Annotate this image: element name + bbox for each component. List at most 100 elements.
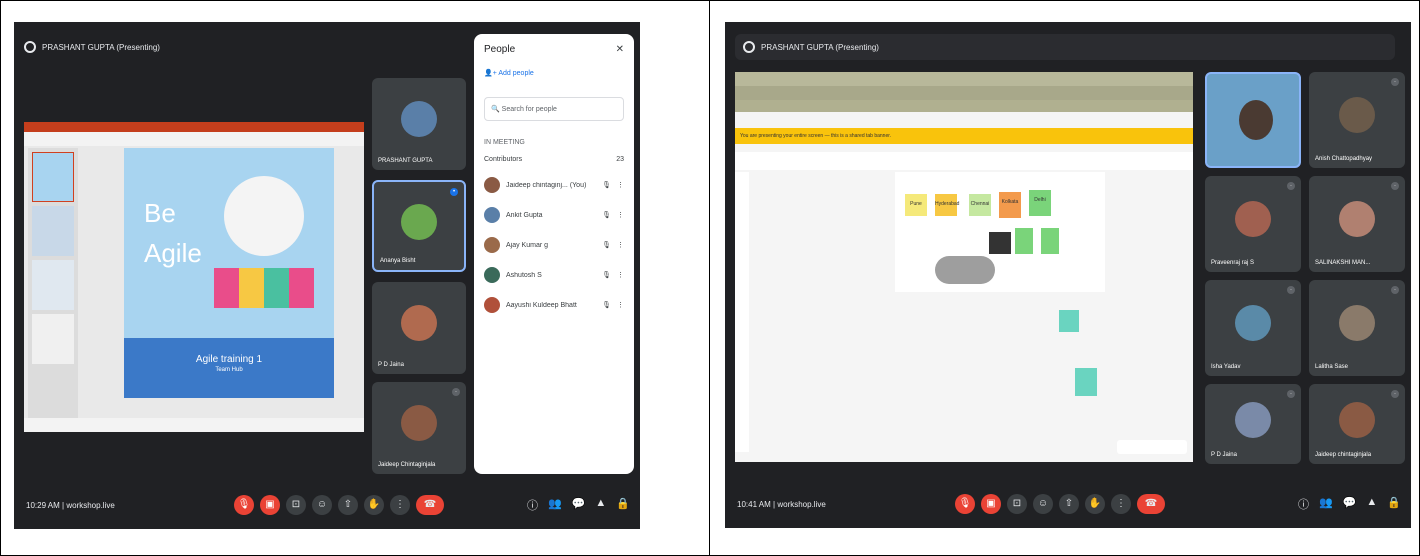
slide-title-line1: Be <box>144 198 176 228</box>
people-icon[interactable]: 👥 <box>1319 496 1333 512</box>
raise-hand-button[interactable]: ✋ <box>364 495 384 515</box>
sticky-note[interactable]: Delhi <box>1029 190 1051 216</box>
present-button[interactable]: ⇧ <box>1059 494 1079 514</box>
participant-name: PRASHANT GUPTA <box>378 158 433 164</box>
participant-tile[interactable]: · Isha Yadav <box>1205 280 1301 376</box>
whiteboard-canvas[interactable]: Pune Hyderabad Chennai Kolkata Delhi <box>895 172 1105 292</box>
participant-name: Lalitha Sase <box>1315 364 1349 370</box>
raise-hand-button[interactable]: ✋ <box>1085 494 1105 514</box>
meeting-code: workshop.live <box>777 499 826 509</box>
leave-call-button[interactable]: ☎ <box>1137 494 1165 514</box>
participant-tile[interactable]: · Praveenraj raj S <box>1205 176 1301 272</box>
more-vert-icon[interactable]: ⋮ <box>617 271 624 279</box>
participant-tile[interactable]: · P D Jaina <box>1205 384 1301 464</box>
mic-toggle-button[interactable]: 🎙 <box>234 495 254 515</box>
mic-off-icon: · <box>1391 390 1399 398</box>
activities-icon[interactable]: ▲ <box>595 497 606 513</box>
participant-name: Ananya Bisht <box>380 258 416 264</box>
presenter-self-tile[interactable] <box>1205 72 1301 168</box>
add-people-button[interactable]: 👤+ Add people <box>484 69 624 77</box>
mic-icon[interactable]: 🎙 <box>602 271 611 279</box>
shape-pill[interactable] <box>935 256 995 284</box>
leave-call-button[interactable]: ☎ <box>416 495 444 515</box>
participant-name: Praveenraj raj S <box>1211 260 1255 266</box>
camera-toggle-button[interactable]: ▣ <box>981 494 1001 514</box>
sticky-note[interactable]: Pune <box>905 194 927 216</box>
more-vert-icon[interactable]: ⋮ <box>617 241 624 249</box>
mic-off-icon: · <box>1391 182 1399 190</box>
contributors-count: 23 <box>616 156 624 163</box>
slide-blocks <box>214 268 314 308</box>
emoji-button[interactable]: ☺ <box>312 495 332 515</box>
participant-name: Ankit Gupta <box>506 211 543 219</box>
participant-tile[interactable]: · Lalitha Sase <box>1309 280 1405 376</box>
avatar <box>401 405 437 442</box>
info-icon[interactable]: ⓘ <box>1298 496 1309 512</box>
sticky-note[interactable] <box>1015 228 1033 254</box>
participant-list-item[interactable]: Ajay Kumar g 🎙 ⋮ <box>484 237 624 253</box>
camera-toggle-button[interactable]: ▣ <box>260 495 280 515</box>
more-options-button[interactable]: ⋮ <box>390 495 410 515</box>
mic-icon[interactable]: 🎙 <box>602 181 611 189</box>
present-button[interactable]: ⇧ <box>338 495 358 515</box>
side-controls: ⓘ 👥 💬 ▲ 🔒 <box>527 497 630 513</box>
sticky-note[interactable] <box>1075 368 1097 396</box>
slide-title-line2: Agile <box>144 238 202 268</box>
mic-toggle-button[interactable]: 🎙 <box>955 494 975 514</box>
participant-name: Isha Yadav <box>1211 364 1241 370</box>
sticky-note[interactable]: Hyderabad <box>935 194 959 216</box>
host-controls-icon[interactable]: 🔒 <box>616 497 630 513</box>
more-vert-icon[interactable]: ⋮ <box>617 181 624 189</box>
slide-thumbnail-pane[interactable] <box>28 148 78 418</box>
presenting-icon <box>24 41 36 53</box>
participant-list-item[interactable]: Aayushi Kuldeep Bhatt 🎙 ⋮ <box>484 297 624 313</box>
presenter-video <box>1239 100 1273 140</box>
captions-button[interactable]: ⊡ <box>1007 494 1027 514</box>
mic-icon[interactable]: 🎙 <box>602 211 611 219</box>
chat-icon[interactable]: 💬 <box>1343 496 1357 512</box>
participant-tile[interactable]: · Jaideep chintaginjala <box>1309 384 1405 464</box>
mic-off-icon: · <box>1287 286 1295 294</box>
participant-tile[interactable]: · Anish Chattopadhyay <box>1309 72 1405 168</box>
participant-list-item[interactable]: Jaideep chintaginj... (You) 🎙 ⋮ <box>484 177 624 193</box>
participant-name: Ajay Kumar g <box>506 241 549 249</box>
sticky-note[interactable] <box>1041 228 1059 254</box>
more-vert-icon[interactable]: ⋮ <box>617 211 624 219</box>
people-icon[interactable]: 👥 <box>548 497 562 513</box>
avatar <box>1235 402 1271 438</box>
participant-tile[interactable]: · Jaideep Chintaginjala <box>372 382 466 474</box>
participant-list-item[interactable]: Ashutosh S 🎙 ⋮ <box>484 267 624 283</box>
participant-list-item[interactable]: Ankit Gupta 🎙 ⋮ <box>484 207 624 223</box>
people-search-input[interactable]: 🔍 Search for people <box>484 97 624 121</box>
captions-button[interactable]: ⊡ <box>286 495 306 515</box>
meet-window-left: PRASHANT GUPTA (Presenting) Be Agile Agi… <box>14 22 640 529</box>
participant-tile[interactable]: PRASHANT GUPTA <box>372 78 466 170</box>
more-vert-icon[interactable]: ⋮ <box>617 301 624 309</box>
sticky-note[interactable]: Kolkata <box>999 192 1021 218</box>
meeting-meta: 10:29 AM | workshop.live <box>26 500 115 510</box>
participant-tile[interactable]: P D Jaina <box>372 282 466 374</box>
chat-icon[interactable]: 💬 <box>572 497 586 513</box>
participant-tile-speaking[interactable]: • Ananya Bisht <box>372 180 466 272</box>
contributors-row[interactable]: Contributors 23 <box>484 156 624 163</box>
avatar <box>1235 201 1271 238</box>
sticky-note[interactable] <box>989 232 1011 254</box>
emoji-button[interactable]: ☺ <box>1033 494 1053 514</box>
shared-screen: You are presenting your entire screen — … <box>735 72 1193 462</box>
info-icon[interactable]: ⓘ <box>527 497 538 513</box>
whiteboard-toolbar <box>735 152 1193 170</box>
slide-footer: Agile training 1 Team Hub <box>124 338 334 398</box>
participant-tile[interactable]: · SALINAKSHI MAN... <box>1309 176 1405 272</box>
presenting-bar: PRASHANT GUPTA (Presenting) <box>24 34 160 60</box>
zoom-controls[interactable] <box>1117 440 1187 454</box>
mic-icon[interactable]: 🎙 <box>602 241 611 249</box>
mic-icon[interactable]: 🎙 <box>602 301 611 309</box>
sticky-note[interactable] <box>1059 310 1079 332</box>
host-controls-icon[interactable]: 🔒 <box>1387 496 1401 512</box>
close-icon[interactable]: ✕ <box>616 44 624 55</box>
participant-name: SALINAKSHI MAN... <box>1315 260 1371 266</box>
bottom-control-bar: 10:29 AM | workshop.live 🎙 ▣ ⊡ ☺ ⇧ ✋ ⋮ ☎… <box>14 481 640 529</box>
activities-icon[interactable]: ▲ <box>1366 496 1377 512</box>
more-options-button[interactable]: ⋮ <box>1111 494 1131 514</box>
sticky-note[interactable]: Chennai <box>969 194 991 216</box>
